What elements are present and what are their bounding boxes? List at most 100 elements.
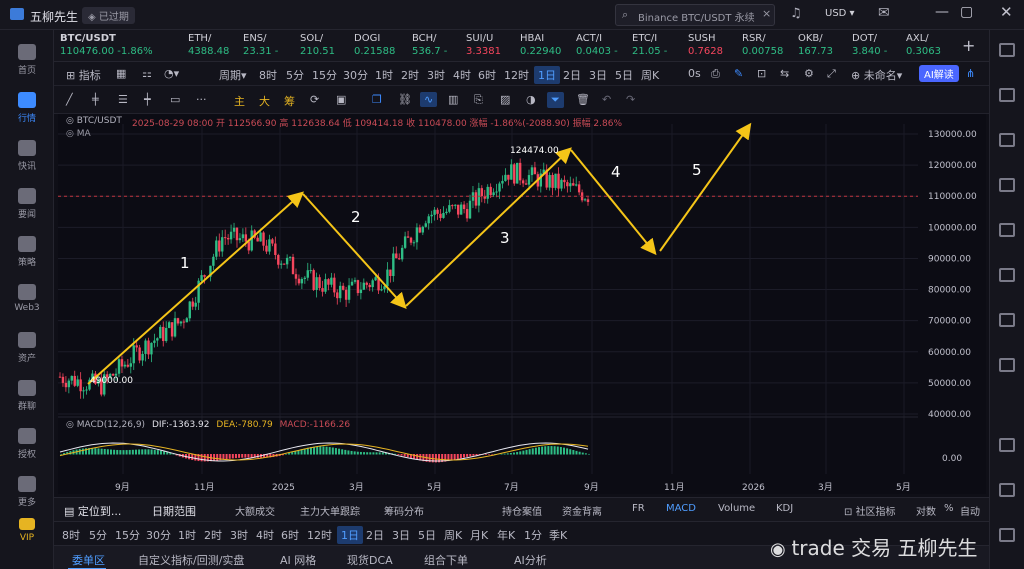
interval-tab[interactable]: 12时 (504, 67, 529, 83)
tab-kdj[interactable]: KDJ (776, 503, 793, 514)
rectangle-icon[interactable]: ▭ (170, 93, 180, 106)
tab-large-trades[interactable]: 大额成交 (235, 503, 275, 518)
ticker-item[interactable]: DOGI 0.21588 (354, 32, 406, 60)
interval-tab[interactable]: 30分 (343, 67, 368, 83)
close-icon[interactable]: ✕ (1000, 3, 1013, 21)
interval-tab[interactable]: 2日 (366, 527, 384, 543)
chart-bars-icon[interactable] (999, 223, 1015, 237)
nav-flash[interactable]: 快讯 (0, 140, 54, 172)
calendar-icon[interactable] (999, 483, 1015, 497)
nav-news[interactable]: 要闻 (0, 188, 54, 220)
compare-icon[interactable]: ⇆ (780, 67, 789, 80)
interval-tab[interactable]: 8时 (62, 527, 80, 543)
date-range-button[interactable]: 日期范围 (152, 503, 196, 519)
wave-tool-icon[interactable]: ∿ (420, 92, 438, 107)
tab-custom-indicator[interactable]: 自定义指标/回测/实盘 (138, 552, 244, 568)
interval-tab[interactable]: 周K (641, 67, 659, 83)
chip-char[interactable]: 筹 (284, 93, 295, 109)
interval-tab[interactable]: 12时 (307, 527, 332, 543)
interval-tab[interactable]: 3时 (230, 527, 248, 543)
interval-tab[interactable]: 年K (497, 527, 515, 543)
locate-button[interactable]: ▤ 定位到... (64, 503, 121, 519)
interval-tab[interactable]: 周K (444, 527, 462, 543)
community-indicators[interactable]: ⊡ 社区指标 (844, 503, 896, 518)
ticker-item[interactable]: BCH/536.7 - (412, 32, 460, 60)
link-icon[interactable]: ⛓ (398, 93, 412, 106)
interval-tab-active[interactable]: 1日 (534, 66, 560, 84)
box-icon[interactable]: ▣ (336, 93, 346, 106)
interval-tab[interactable]: 30分 (146, 527, 171, 543)
filter-icon[interactable]: ⏷ (547, 92, 564, 108)
chart-area[interactable]: 130000.00 120000.00 110000.00 100000.00 9000… (58, 114, 986, 494)
interval-tab[interactable]: 15分 (115, 527, 140, 543)
stats-icon[interactable] (999, 178, 1015, 192)
ticker-item[interactable]: DOT/3.840 - (852, 32, 900, 60)
trendline-icon[interactable]: ╱ (66, 93, 73, 106)
nav-market[interactable]: 行情 (0, 92, 54, 124)
share-icon[interactable]: ⋔ (966, 67, 975, 80)
candle-type-icon[interactable]: ⚏ (142, 67, 152, 80)
list-icon[interactable] (999, 358, 1015, 372)
clipboard-icon[interactable]: ⎘ (474, 93, 483, 107)
ticker-item[interactable]: SOL/210.51 (300, 32, 350, 60)
ticker-item[interactable]: ENS/23.31 - (243, 32, 293, 60)
tab-spot-dca[interactable]: 现货DCA (347, 552, 393, 568)
tab-main-orders[interactable]: 主力大单跟踪 (300, 503, 360, 518)
nav-group-chat[interactable]: 群聊 (0, 380, 54, 412)
chart-type-icon[interactable]: ◔▾ (164, 67, 179, 80)
nav-web3[interactable]: Web3 (0, 284, 54, 313)
tab-fr[interactable]: FR (632, 503, 645, 514)
zero-seconds[interactable]: 0s (688, 67, 701, 80)
orderbook-icon[interactable] (999, 88, 1015, 102)
alert-icon[interactable] (999, 268, 1015, 282)
interval-tab[interactable]: 5日 (418, 527, 436, 543)
refresh-icon[interactable]: ⟳ (310, 93, 319, 106)
redo-icon[interactable]: ↷ (626, 93, 635, 106)
interval-tab[interactable]: 3日 (589, 67, 607, 83)
ticker-item[interactable]: ETH/4388.48 (188, 32, 238, 60)
nav-more[interactable]: 更多 (0, 476, 54, 508)
interval-tab[interactable]: 1分 (524, 527, 542, 543)
ticker-item[interactable]: SUSH 0.7628 (688, 32, 736, 60)
percent-toggle[interactable]: % (944, 503, 954, 514)
grid-icon[interactable] (999, 528, 1015, 542)
interval-tab[interactable]: 季K (549, 527, 567, 543)
currency-select[interactable]: USD ▾ (825, 8, 855, 19)
ticker-item[interactable]: ETC/I 21.05 - (632, 32, 680, 60)
price-chart[interactable]: 130000.00 120000.00 110000.00 100000.00 9000… (58, 114, 986, 494)
tab-volume[interactable]: Volume (718, 503, 755, 514)
nav-assets[interactable]: 资产 (0, 332, 54, 364)
indicators-button[interactable]: ⊞ 指标 (66, 67, 101, 83)
tab-combo-order[interactable]: 组合下单 (424, 552, 468, 568)
ticker-item[interactable]: HBAI 0.22940 (520, 32, 570, 60)
ticker-item[interactable]: BTC/USDT 110476.00 -1.86% (60, 32, 180, 60)
notes-icon[interactable] (999, 133, 1015, 147)
ticker-item[interactable]: AXL/0.3063 (906, 32, 952, 60)
interval-tab[interactable]: 8时 (259, 67, 277, 83)
trash-icon[interactable]: 🗑 (576, 93, 590, 106)
layout-name-select[interactable]: ⊕ 未命名▾ (851, 67, 902, 83)
mail-icon[interactable]: ✉ (878, 5, 890, 21)
ticker-item[interactable]: ACT/I 0.0403 - (576, 32, 626, 60)
interval-tab[interactable]: 4时 (453, 67, 471, 83)
fullscreen-icon[interactable]: ⤢ (827, 67, 836, 81)
interval-tab[interactable]: 5分 (286, 67, 304, 83)
image-icon[interactable]: ▨ (500, 93, 510, 106)
tab-macd[interactable]: MACD (666, 503, 696, 514)
interval-tab[interactable]: 1时 (178, 527, 196, 543)
ray-icon[interactable]: ┿ (144, 93, 151, 106)
interval-tab[interactable]: 2时 (401, 67, 419, 83)
tab-ai-analysis[interactable]: AI分析 (514, 552, 547, 568)
ai-interpret-button[interactable]: AI解读 (919, 65, 959, 82)
ticker-item[interactable]: OKB/167.73 (798, 32, 844, 60)
gauge-icon[interactable]: ◑ (526, 93, 536, 106)
settings-icon[interactable]: ⚙ (804, 67, 814, 80)
interval-tab[interactable]: 6时 (281, 527, 299, 543)
interval-tab[interactable]: 2日 (563, 67, 581, 83)
log-toggle[interactable]: 对数 (916, 503, 936, 518)
calendar-icon[interactable]: ▦ (116, 67, 126, 80)
layout-icon[interactable] (999, 43, 1015, 57)
period-button[interactable]: 周期▾ (219, 67, 247, 83)
nav-authorize[interactable]: 授权 (0, 428, 54, 460)
interval-tab[interactable]: 2时 (204, 527, 222, 543)
